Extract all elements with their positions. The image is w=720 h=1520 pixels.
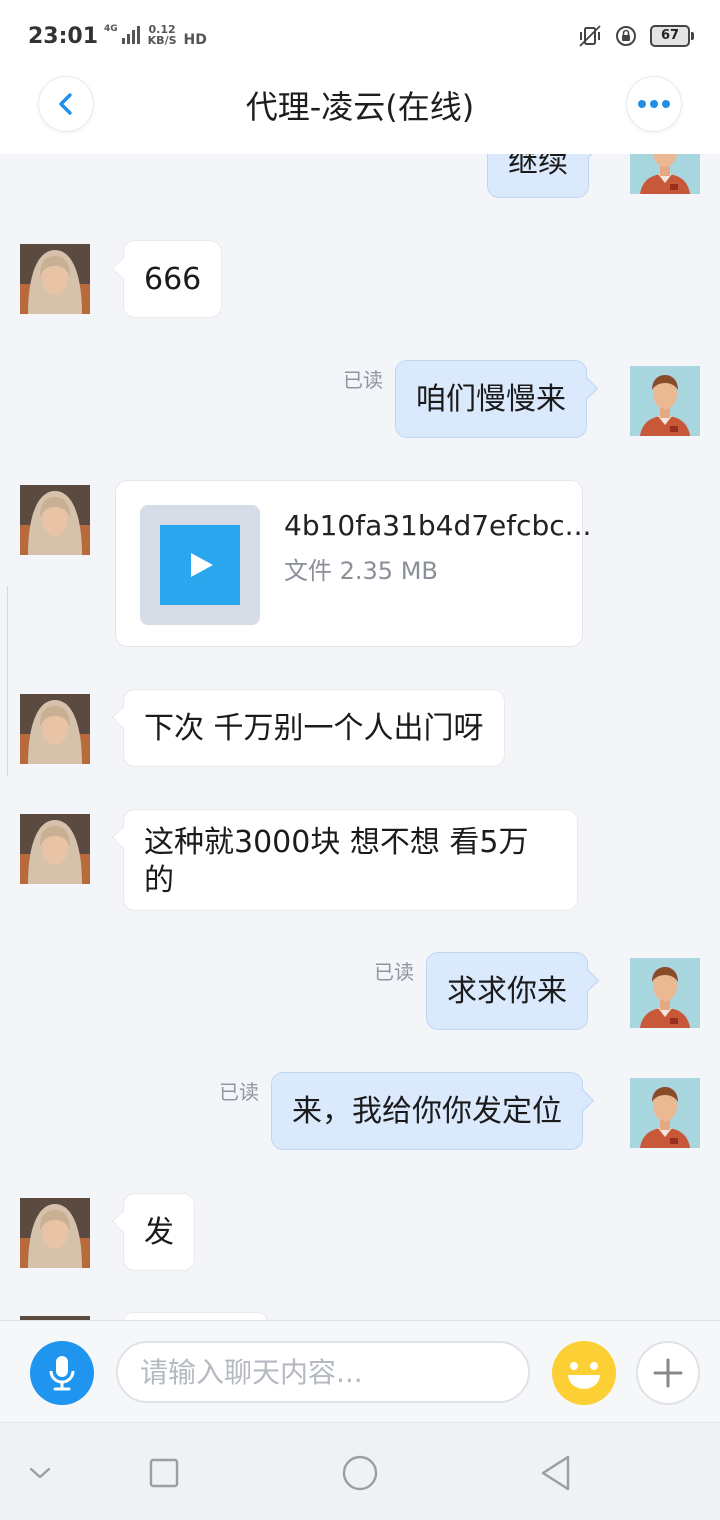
status-time: 23:01 xyxy=(28,24,99,49)
message-text: 来，我给你你发定位 xyxy=(292,1094,562,1129)
message-input[interactable] xyxy=(116,1341,530,1403)
rotation-lock-icon xyxy=(616,26,636,46)
message-text: 继续 xyxy=(508,154,568,180)
plus-icon xyxy=(653,1358,683,1388)
avatar-self[interactable] xyxy=(630,366,700,436)
video-play-button[interactable] xyxy=(160,525,240,605)
woman-avatar-icon xyxy=(20,1198,90,1268)
message-bubble-outgoing[interactable]: 咱们慢慢来 xyxy=(395,360,587,438)
hd-badge: HD xyxy=(183,32,207,48)
network-speed: 0.12 KB/S xyxy=(148,24,177,46)
chat-header: 代理-凌云(在线) xyxy=(0,72,720,154)
network-type: 4G xyxy=(104,24,118,34)
nav-collapse-button[interactable] xyxy=(20,1453,60,1493)
nav-recents-button[interactable] xyxy=(144,1453,184,1493)
read-receipt: 已读 xyxy=(219,1080,259,1104)
message-text: 666 xyxy=(144,262,202,297)
man-avatar-icon xyxy=(630,154,700,194)
avatar-self[interactable] xyxy=(630,1078,700,1148)
scroll-edge xyxy=(7,586,8,776)
more-actions-button[interactable] xyxy=(636,1341,700,1405)
home-circle-icon xyxy=(342,1455,378,1491)
man-avatar-icon xyxy=(630,366,700,436)
avatar-contact[interactable] xyxy=(20,814,90,884)
message-bubble-incoming[interactable]: 下次 千万别一个人出门呀 xyxy=(123,689,505,767)
message-bubble-incoming[interactable]: 这种就3000块 想不想 看5万的 xyxy=(123,809,578,911)
avatar-self[interactable] xyxy=(630,958,700,1028)
read-receipt: 已读 xyxy=(343,368,383,392)
message-bubble-incoming[interactable]: 发 xyxy=(123,1193,195,1271)
message-bubble-outgoing[interactable]: 来，我给你你发定位 xyxy=(271,1072,583,1150)
system-nav-bar xyxy=(0,1422,720,1520)
chevron-down-icon xyxy=(29,1467,51,1479)
voice-button[interactable] xyxy=(30,1341,94,1405)
avatar-contact[interactable] xyxy=(20,694,90,764)
play-icon xyxy=(191,553,213,577)
man-avatar-icon xyxy=(630,1078,700,1148)
page-title: 代理-凌云(在线) xyxy=(245,88,475,126)
message-bubble-incoming[interactable] xyxy=(123,1312,268,1320)
speed-unit: KB/S xyxy=(147,34,177,47)
woman-avatar-icon xyxy=(20,814,90,884)
file-size: 文件 2.35 MB xyxy=(284,557,438,585)
woman-avatar-icon xyxy=(20,244,90,314)
status-bar: 23:01 4G 0.12 KB/S HD 67 xyxy=(0,0,720,72)
signal-icon xyxy=(121,24,140,44)
back-triangle-icon xyxy=(541,1455,570,1491)
microphone-icon xyxy=(49,1356,75,1391)
message-bubble-outgoing[interactable]: 继续 xyxy=(487,154,589,198)
file-name: 4b10fa31b4d7efcbc... xyxy=(284,509,592,542)
avatar-self[interactable] xyxy=(630,154,700,194)
nav-home-button[interactable] xyxy=(340,1453,380,1493)
more-options-button[interactable] xyxy=(626,76,682,132)
message-text: 咱们慢慢来 xyxy=(416,382,566,417)
message-bubble-outgoing[interactable]: 求求你来 xyxy=(426,952,588,1030)
battery-level: 67 xyxy=(660,28,680,43)
nav-back-button[interactable] xyxy=(536,1453,576,1493)
input-bar xyxy=(0,1320,720,1422)
avatar-contact[interactable] xyxy=(20,485,90,555)
battery-icon: 67 xyxy=(650,25,694,47)
avatar-contact[interactable] xyxy=(20,1198,90,1268)
message-text: 这种就3000块 想不想 看5万的 xyxy=(144,825,529,898)
woman-avatar-icon xyxy=(20,694,90,764)
message-text: 下次 千万别一个人出门呀 xyxy=(144,711,484,746)
read-receipt: 已读 xyxy=(374,960,414,984)
file-message-card[interactable]: 4b10fa31b4d7efcbc... 文件 2.35 MB xyxy=(115,480,591,647)
network-indicator: 4G 0.12 KB/S HD xyxy=(104,24,207,48)
message-list[interactable]: 继续 666 已读 咱们慢慢来 4b10fa31b4d7efcbc... 文件 … xyxy=(0,154,720,1320)
file-thumbnail[interactable] xyxy=(140,505,260,625)
woman-avatar-icon xyxy=(20,485,90,555)
message-text: 求求你来 xyxy=(447,974,567,1009)
vibrate-icon xyxy=(579,25,601,47)
recents-square-icon xyxy=(149,1458,179,1488)
man-avatar-icon xyxy=(630,958,700,1028)
emoji-icon[interactable] xyxy=(552,1341,616,1405)
avatar-contact[interactable] xyxy=(20,244,90,314)
more-dots-icon xyxy=(638,100,670,108)
message-text: 发 xyxy=(144,1215,174,1250)
message-bubble-incoming[interactable]: 666 xyxy=(123,240,223,318)
